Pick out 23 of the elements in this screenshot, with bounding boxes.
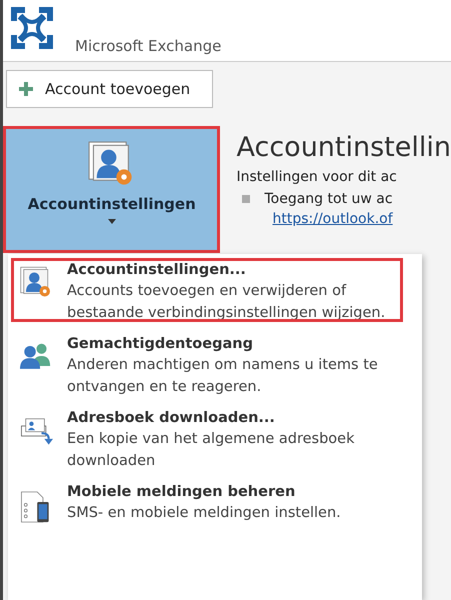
menu-item-title: Adresboek downloaden... bbox=[67, 410, 276, 426]
section-subtitle: Instellingen voor dit ac bbox=[236, 169, 398, 185]
plus-icon bbox=[19, 82, 33, 96]
menu-item[interactable]: Adresboek downloaden... Een kopie van het algemene adresboek downloaden bbox=[8, 406, 422, 480]
add-account-button[interactable]: Account toevoegen bbox=[6, 70, 213, 108]
menu-item-title: Accountinstellingen... bbox=[67, 262, 247, 278]
menu-item-description: Anderen machtigen om namens u items te ontvangen en te reageren. bbox=[67, 356, 379, 397]
menu-item-title: Gemachtigdentoegang bbox=[67, 336, 254, 352]
bullet-icon bbox=[242, 195, 250, 203]
caret-icon bbox=[108, 219, 116, 224]
menu-item[interactable]: Accountinstellingen... Accounts toevoegen en verwijderen of bestaande verbindingsinstellingen wijzigen. bbox=[8, 258, 422, 332]
menu-item[interactable]: Mobiele meldingen beheren SMS- en mobiele meldingen instellen. bbox=[8, 480, 422, 538]
menu-item[interactable]: Gemachtigdentoegang Anderen machtigen om namens u items te ontvangen en te reageren. bbox=[8, 332, 422, 406]
window-title: Microsoft Exchange bbox=[75, 37, 222, 55]
menu-item-description: SMS- en mobiele meldingen instellen. bbox=[67, 504, 342, 523]
menu-item-description: Een kopie van het algemene adresboek downloaden bbox=[67, 430, 356, 471]
menu-item-title: Mobiele meldingen beheren bbox=[67, 484, 296, 500]
outlook-link[interactable]: https://outlook.of bbox=[272, 211, 451, 227]
section-heading: Accountinstellin bbox=[236, 132, 451, 163]
menu-item-description: Accounts toevoegen en verwijderen of bestaande verbindingsinstellingen wijzigen. bbox=[67, 282, 386, 323]
bullet-text: Toegang tot uw ac bbox=[264, 191, 393, 207]
exchange-logo-icon bbox=[9, 5, 55, 51]
account-settings-button[interactable]: Accountinstellingen bbox=[3, 126, 220, 253]
